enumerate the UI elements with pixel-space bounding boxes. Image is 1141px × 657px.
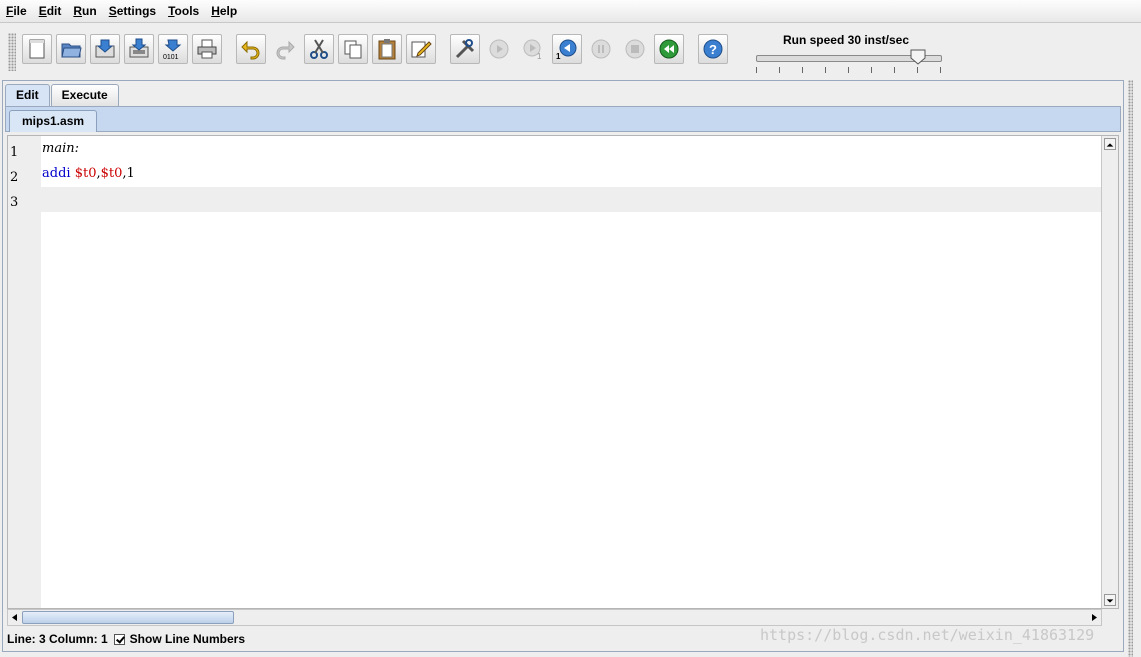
line-number: 3	[10, 195, 19, 210]
copy-button[interactable]	[338, 34, 368, 64]
line-number: 1	[10, 145, 19, 160]
reset-button[interactable]	[654, 34, 684, 64]
horizontal-scroll-thumb[interactable]	[22, 611, 234, 624]
show-line-numbers-checkbox[interactable]	[113, 633, 125, 645]
undo-button[interactable]	[236, 34, 266, 64]
redo-button[interactable]	[270, 34, 300, 64]
clipboard-icon	[378, 39, 396, 60]
tools-wrench-icon	[455, 39, 475, 59]
print-button[interactable]	[192, 34, 222, 64]
show-line-numbers-label: Show Line Numbers	[129, 632, 246, 646]
stop-icon	[625, 39, 645, 59]
save-as-button[interactable]	[124, 34, 154, 64]
edit-execute-tabs: Edit Execute	[5, 84, 120, 106]
chevron-up-icon	[1106, 143, 1114, 147]
menu-tools[interactable]: Tools	[162, 0, 205, 22]
pause-icon	[591, 39, 611, 59]
status-bar: Line: 3 Column: 1 Show Line Numbers	[7, 630, 245, 648]
save-button[interactable]	[90, 34, 120, 64]
toolbar-grip[interactable]	[8, 33, 16, 71]
code-immediate: 1	[126, 166, 135, 181]
backstep-button[interactable]: 1	[552, 34, 582, 64]
file-tab-strip: mips1.asm	[5, 106, 1121, 132]
redo-icon	[276, 40, 295, 60]
code-op: addi	[42, 166, 71, 181]
new-file-button[interactable]	[22, 34, 52, 64]
file-tab-mips1[interactable]: mips1.asm	[9, 110, 98, 132]
run-speed-ticks	[756, 67, 942, 73]
menu-run[interactable]: Run	[67, 0, 102, 22]
svg-text:0101: 0101	[163, 54, 179, 60]
menu-help[interactable]: Help	[205, 0, 243, 22]
chevron-down-icon	[1106, 599, 1114, 603]
new-file-icon	[29, 39, 45, 59]
menu-settings[interactable]: Settings	[103, 0, 162, 22]
line-number: 2	[10, 170, 19, 185]
edit-execute-panel: Edit Execute mips1.asm 1 2 3 main: addi …	[2, 80, 1124, 652]
run-button[interactable]	[484, 34, 514, 64]
watermark-text: https://blog.csdn.net/weixin_41863129	[760, 626, 1095, 644]
editor-vertical-scrollbar[interactable]	[1101, 136, 1118, 608]
svg-text:?: ?	[709, 42, 717, 57]
run-speed-label: Run speed 30 inst/sec	[782, 33, 910, 47]
find-replace-button[interactable]	[406, 34, 436, 64]
cut-button[interactable]	[304, 34, 334, 64]
paste-button[interactable]	[372, 34, 402, 64]
rewind-icon	[659, 39, 679, 59]
scroll-left-arrow[interactable]	[10, 612, 20, 623]
run-speed-thumb[interactable]	[910, 49, 926, 65]
dump-memory-icon: 0101	[163, 39, 182, 60]
step-forward-icon: 1	[523, 39, 542, 60]
step-back-icon: 1	[556, 39, 577, 60]
code-line-1: main:	[42, 141, 79, 156]
current-line-highlight	[41, 187, 1101, 212]
menu-file[interactable]: File	[0, 0, 33, 22]
printer-icon	[197, 39, 217, 59]
menu-edit[interactable]: Edit	[33, 0, 68, 22]
pause-button[interactable]	[586, 34, 616, 64]
code-register: $t0	[74, 166, 97, 181]
editor-horizontal-scrollbar[interactable]	[7, 609, 1102, 626]
scroll-up-arrow[interactable]	[1104, 138, 1116, 150]
undo-icon	[241, 40, 260, 60]
scissors-icon	[310, 39, 328, 59]
help-button[interactable]: ?	[698, 34, 728, 64]
line-number-gutter: 1 2 3	[8, 136, 41, 608]
play-icon	[489, 39, 509, 59]
scroll-down-arrow[interactable]	[1104, 594, 1116, 606]
help-icon: ?	[703, 39, 723, 59]
dump-memory-button[interactable]: 0101	[158, 34, 188, 64]
svg-text:1: 1	[556, 52, 561, 60]
step-button[interactable]: 1	[518, 34, 548, 64]
run-speed-control: Run speed 30 inst/sec	[746, 27, 946, 77]
cursor-position: Line: 3 Column: 1	[7, 632, 108, 646]
save-icon	[95, 39, 115, 58]
save-as-icon	[129, 38, 149, 58]
code-editor[interactable]: 1 2 3 main: addi $t0,$t0,1	[7, 135, 1119, 609]
code-line-2: addi $t0,$t0,1	[42, 166, 135, 181]
assemble-button[interactable]	[450, 34, 480, 64]
svg-text:1: 1	[537, 52, 542, 60]
code-register: $t0	[100, 166, 123, 181]
scroll-right-arrow[interactable]	[1089, 612, 1099, 623]
edit-pencil-icon	[411, 41, 432, 58]
toolbar: 0101 1 1 ? Run speed 30 inst/sec	[0, 23, 1141, 79]
tab-execute[interactable]: Execute	[50, 84, 119, 106]
menu-bar: File Edit Run Settings Tools Help	[0, 0, 1141, 23]
open-file-button[interactable]	[56, 34, 86, 64]
copy-icon	[344, 40, 362, 59]
stop-button[interactable]	[620, 34, 650, 64]
tab-edit[interactable]: Edit	[5, 84, 50, 106]
split-pane-divider[interactable]	[1128, 80, 1133, 657]
folder-open-icon	[61, 43, 82, 58]
